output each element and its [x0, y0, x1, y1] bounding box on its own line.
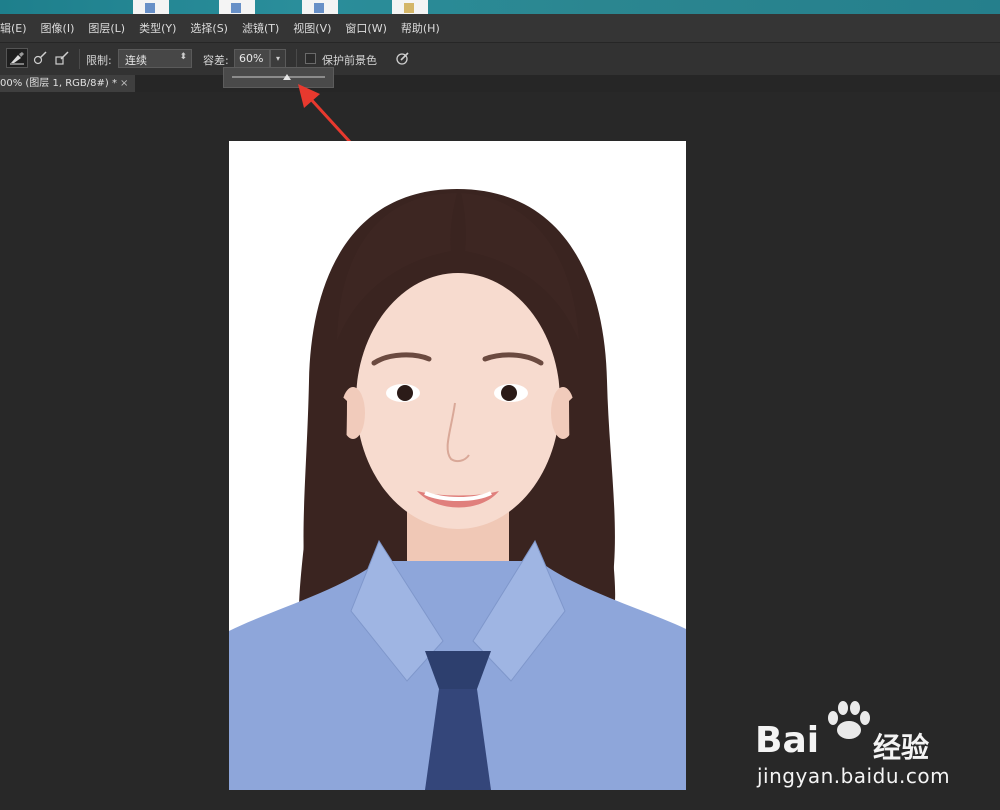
protect-foreground-label: 保护前景色 — [322, 54, 377, 67]
watermark-brand: Bai — [755, 720, 820, 761]
tolerance-value: 60% — [239, 52, 264, 65]
document-canvas[interactable] — [229, 141, 686, 790]
watermark-brand-cn: 经验 — [873, 731, 930, 764]
protect-foreground-checkbox[interactable] — [305, 53, 316, 64]
toolbar-divider — [296, 49, 297, 69]
limit-value: 连续 — [125, 54, 147, 67]
limit-label: 限制: — [86, 54, 112, 67]
background-eraser-icon[interactable] — [6, 48, 28, 68]
menu-view[interactable]: 视图(V) — [286, 20, 338, 36]
document-tab-title: 00% (图层 1, RGB/8#) * — [0, 78, 117, 89]
limit-select[interactable]: 连续 ⬍ — [118, 49, 192, 68]
watermark-url: jingyan.baidu.com — [757, 764, 951, 788]
document-tab[interactable]: 00% (图层 1, RGB/8#) * × — [0, 75, 135, 92]
tool-options-bar: 限制: 连续 ⬍ 容差: 60% ▾ 保护前景色 — [0, 42, 1000, 76]
desktop-file-icon[interactable] — [219, 0, 255, 14]
tolerance-dropdown-button[interactable]: ▾ — [270, 49, 286, 68]
menu-window[interactable]: 窗口(W) — [338, 20, 393, 36]
sampling-swatch-icon[interactable] — [52, 48, 74, 68]
tolerance-slider-track[interactable] — [232, 76, 325, 78]
portrait-photo — [229, 189, 686, 790]
toolbar-divider — [79, 49, 80, 69]
tablet-pressure-icon[interactable] — [392, 48, 414, 68]
desktop-background-strip — [0, 0, 1000, 14]
document-tab-bar: 00% (图层 1, RGB/8#) * × — [0, 75, 1000, 92]
baidu-jingyan-watermark: Bai 经验 jingyan.baidu.com — [755, 700, 970, 790]
sampling-once-icon[interactable] — [30, 48, 52, 68]
desktop-file-icon[interactable] — [302, 0, 338, 14]
chevron-down-icon: ▾ — [275, 54, 280, 63]
updown-arrow-icon: ⬍ — [179, 52, 187, 62]
close-icon[interactable]: × — [120, 75, 128, 92]
menu-edit[interactable]: 辑(E) — [0, 20, 34, 36]
desktop-file-icon[interactable] — [133, 0, 169, 14]
menu-layer[interactable]: 图层(L) — [81, 20, 132, 36]
menu-bar: 辑(E) 图像(I) 图层(L) 类型(Y) 选择(S) 滤镜(T) 视图(V)… — [0, 14, 1000, 42]
menu-filter[interactable]: 滤镜(T) — [235, 20, 286, 36]
annotation-arrow — [298, 84, 352, 144]
tolerance-label: 容差: — [203, 54, 229, 67]
tolerance-input[interactable]: 60% — [234, 49, 270, 68]
menu-type[interactable]: 类型(Y) — [132, 20, 183, 36]
desktop-file-icon[interactable] — [392, 0, 428, 14]
menu-help[interactable]: 帮助(H) — [394, 20, 447, 36]
menu-select[interactable]: 选择(S) — [183, 20, 235, 36]
baidu-paw-icon — [828, 701, 870, 739]
menu-image[interactable]: 图像(I) — [34, 20, 82, 36]
